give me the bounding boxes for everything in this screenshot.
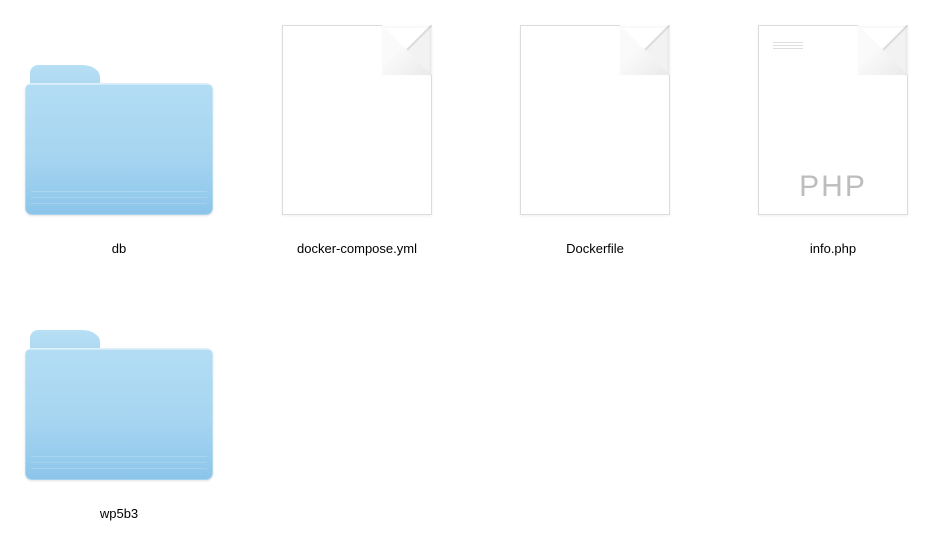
item-wp5b3[interactable]: wp5b3	[0, 277, 238, 542]
item-dockerfile[interactable]: Dockerfile	[476, 12, 714, 277]
item-docker-compose[interactable]: docker-compose.yml	[238, 12, 476, 277]
finder-icon-grid: db docker-compose.yml Dockerfile PHP inf…	[0, 0, 937, 542]
file-icon	[262, 20, 452, 215]
file-icon: PHP	[738, 20, 928, 215]
item-label: wp5b3	[100, 506, 138, 521]
folder-icon	[24, 20, 214, 215]
item-label: info.php	[810, 241, 856, 256]
item-info-php[interactable]: PHP info.php	[714, 12, 937, 277]
item-label: db	[112, 241, 126, 256]
file-icon	[500, 20, 690, 215]
file-type-tag: PHP	[759, 170, 907, 204]
item-db[interactable]: db	[0, 12, 238, 277]
item-label: Dockerfile	[566, 241, 624, 256]
folder-icon	[24, 285, 214, 480]
item-label: docker-compose.yml	[297, 241, 417, 256]
